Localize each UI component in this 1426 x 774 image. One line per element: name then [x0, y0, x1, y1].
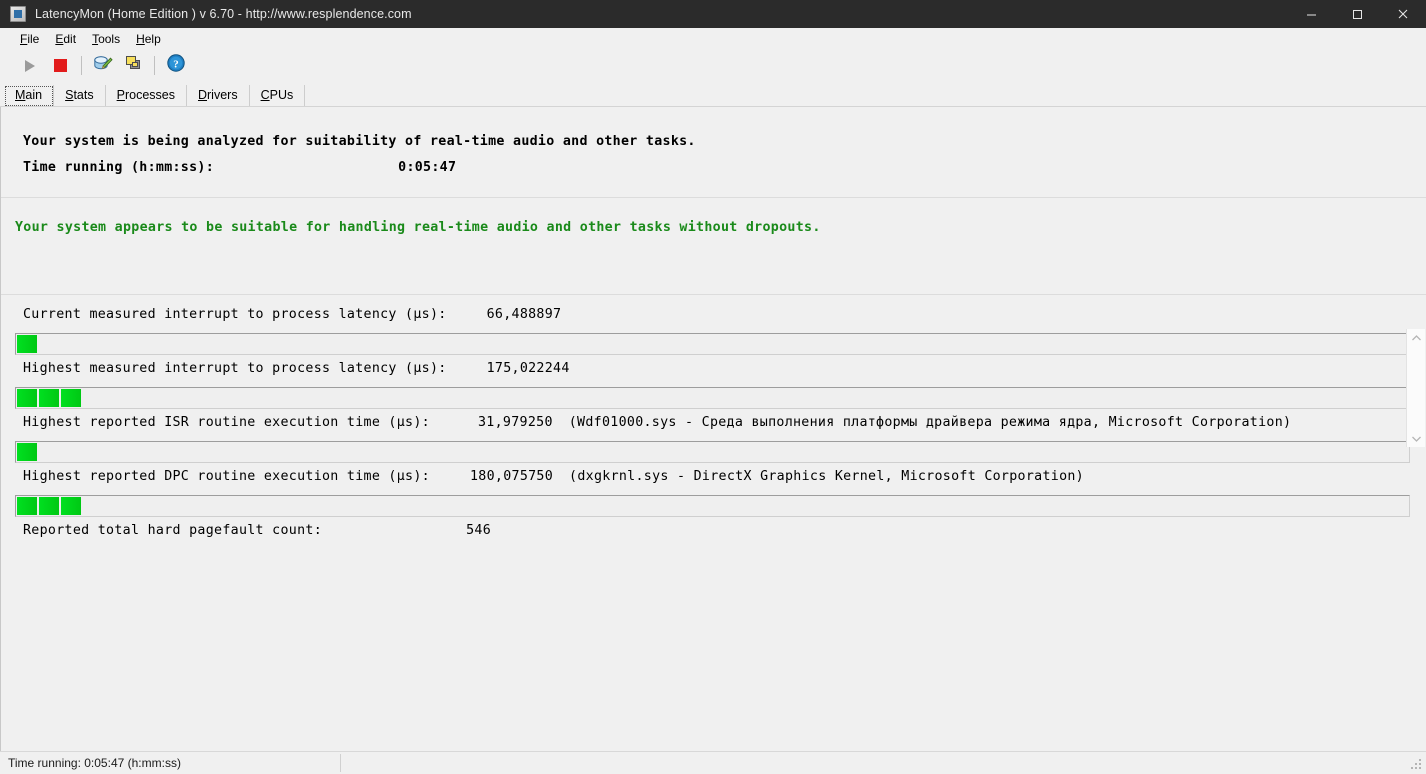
current-interrupt-to-process-latency-progressbar — [15, 333, 1410, 355]
play-icon — [24, 59, 35, 72]
tab-stats[interactable]: Stats — [54, 85, 106, 107]
tab-processes[interactable]: Processes — [106, 85, 187, 107]
progress-segment — [39, 389, 59, 407]
tab-main[interactable]: Main — [4, 85, 55, 107]
tab-drivers[interactable]: Drivers — [187, 85, 250, 107]
metric-row: Current measured interrupt to process la… — [1, 307, 1426, 330]
progress-segment — [17, 443, 37, 461]
main-panel: Your system is being analyzed for suitab… — [0, 107, 1426, 751]
close-button[interactable] — [1380, 0, 1426, 28]
chevron-up-icon[interactable] — [1407, 329, 1425, 346]
highest-isr-routine-execution-time-label: Highest reported ISR routine execution t… — [23, 415, 430, 430]
verdict-scrollbar[interactable] — [1406, 329, 1425, 447]
highest-dpc-routine-driver-info: (dxgkrnl.sys - DirectX Graphics Kernel, … — [569, 469, 1084, 484]
progress-segment — [17, 389, 37, 407]
metrics-list: Current measured interrupt to process la… — [1, 295, 1426, 546]
menu-item-edit[interactable]: Edit — [47, 30, 84, 48]
toolbar: ? — [0, 50, 1426, 81]
time-running-row: Time running (h:mm:ss): 0:05:47 — [23, 155, 1426, 181]
maximize-button[interactable] — [1334, 0, 1380, 28]
window-controls — [1288, 0, 1426, 28]
time-running-label: Time running (h:mm:ss): — [23, 160, 215, 175]
highest-interrupt-to-process-latency-value: 175,022244 — [486, 361, 570, 376]
chevron-down-icon[interactable] — [1407, 430, 1425, 447]
verdict-panel: Your system appears to be suitable for h… — [1, 198, 1426, 294]
reported-total-hard-pagefault-count-value: 546 — [466, 523, 492, 538]
highest-dpc-routine-execution-time-label: Highest reported DPC routine execution t… — [23, 469, 430, 484]
current-interrupt-to-process-latency-value: 66,488897 — [486, 307, 562, 322]
stop-monitoring-button[interactable] — [45, 52, 76, 79]
progress-segment — [61, 389, 81, 407]
highest-isr-routine-execution-time-value: 31,979250 — [478, 415, 553, 430]
menu-item-help[interactable]: Help — [128, 30, 169, 48]
highest-isr-routine-driver-info: (Wdf01000.sys - Среда выполнения платфор… — [568, 415, 1292, 430]
tab-strip: Main Stats Processes Drivers CPUs — [0, 81, 1426, 107]
copy-windows-icon — [124, 53, 144, 78]
current-interrupt-to-process-latency-label: Current measured interrupt to process la… — [23, 307, 447, 322]
highest-interrupt-to-process-latency-label: Highest measured interrupt to process la… — [23, 361, 447, 376]
analysis-status-text: Your system is being analyzed for suitab… — [23, 134, 696, 149]
window-title: LatencyMon (Home Edition ) v 6.70 - http… — [35, 7, 412, 21]
metric-row: Highest reported DPC routine execution t… — [1, 469, 1426, 492]
stop-icon — [54, 59, 67, 72]
report-pencil-icon — [93, 53, 113, 78]
metric-row: Highest measured interrupt to process la… — [1, 361, 1426, 384]
start-monitoring-button[interactable] — [14, 52, 45, 79]
highest-dpc-routine-execution-time-progressbar — [15, 495, 1410, 517]
copy-button[interactable] — [118, 52, 149, 79]
resize-grip[interactable] — [1411, 759, 1423, 771]
report-button[interactable] — [87, 52, 118, 79]
metric-row: Reported total hard pagefault count: 546 — [1, 523, 1426, 546]
highest-isr-routine-execution-time-progressbar — [15, 441, 1410, 463]
progress-segment — [61, 497, 81, 515]
toolbar-separator — [154, 56, 155, 75]
progress-segment — [39, 497, 59, 515]
status-bar: Time running: 0:05:47 (h:mm:ss) — [0, 751, 1426, 774]
status-bar-cell — [0, 754, 341, 772]
metric-row: Highest reported ISR routine execution t… — [1, 415, 1426, 438]
progress-segment — [17, 335, 37, 353]
menu-item-file[interactable]: FFileile — [12, 30, 47, 48]
highest-interrupt-to-process-latency-progressbar — [15, 387, 1410, 409]
analysis-header: Your system is being analyzed for suitab… — [1, 107, 1426, 197]
minimize-button[interactable] — [1288, 0, 1334, 28]
progress-segment — [17, 497, 37, 515]
tab-cpus[interactable]: CPUs — [250, 85, 306, 107]
toolbar-separator — [81, 56, 82, 75]
reported-total-hard-pagefault-count-label: Reported total hard pagefault count: — [23, 523, 322, 538]
svg-text:?: ? — [173, 58, 179, 70]
verdict-text: Your system appears to be suitable for h… — [15, 220, 821, 235]
app-icon — [10, 6, 26, 22]
highest-dpc-routine-execution-time-value: 180,075750 — [469, 469, 554, 484]
time-running-value: 0:05:47 — [398, 160, 457, 175]
menu-item-tools[interactable]: Tools — [84, 30, 128, 48]
menu-bar: FFileile Edit Tools Help — [0, 28, 1426, 50]
help-button[interactable]: ? — [160, 52, 191, 79]
title-bar: LatencyMon (Home Edition ) v 6.70 - http… — [0, 0, 1426, 28]
help-question-icon: ? — [166, 53, 186, 78]
